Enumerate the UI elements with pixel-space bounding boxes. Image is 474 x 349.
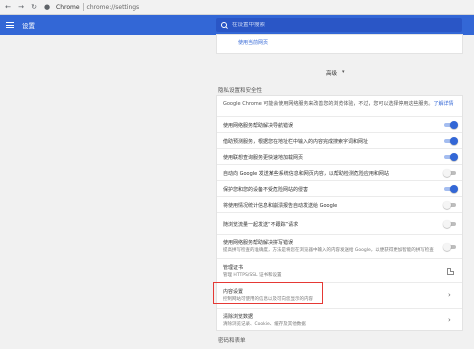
browser-app-name: Chrome [56, 3, 80, 11]
address-divider [82, 3, 84, 11]
search-input[interactable] [232, 22, 432, 28]
setting-label: 保护您和您的设备不受危险网站的侵害 [223, 187, 309, 193]
setting-row-preload[interactable]: 使用联想查询服务更快速地加载网页 [217, 148, 462, 164]
setting-row-safe-browsing[interactable]: 保护您和您的设备不受危险网站的侵害 [217, 180, 462, 196]
setting-label: 使用网络服务帮助解决拼写错误 [223, 240, 294, 246]
toggle-switch[interactable] [443, 137, 458, 145]
setting-description: 提高拼写检查的准确度，方法是将您在浏览器中输入的内容发送给 Google，以便获… [223, 248, 434, 253]
setting-label: 自动向 Google 发送某些系统信息和网页内容，以帮助检测危险应用和网站 [223, 171, 389, 177]
privacy-section-title: 隐私设置和安全性 [218, 88, 263, 94]
settings-window: ← → ↻ ● Chrome chrome://settings 设置 使用当前… [0, 0, 474, 349]
setting-row-manage-certs[interactable]: 管理证书 管理 HTTPS/SSL 证书和设置 [217, 258, 462, 282]
setting-row-clear-data[interactable]: 清除浏览数据 清除浏览记录、Cookie、缓存及其他数据 › [217, 308, 462, 330]
menu-icon[interactable] [6, 22, 14, 28]
setting-description: 管理 HTTPS/SSL 证书和设置 [223, 273, 282, 278]
toggle-switch[interactable] [443, 169, 458, 177]
search-icon [221, 21, 228, 29]
back-icon[interactable]: ← [3, 2, 13, 12]
chevron-right-icon[interactable]: › [448, 291, 451, 299]
settings-header: 设置 [0, 15, 474, 35]
privacy-intro-body: Google Chrome 可能会使用网络服务来改善您的浏览体验，不过，您可以选… [223, 101, 434, 107]
setting-description: 清除浏览记录、Cookie、缓存及其他数据 [223, 322, 306, 327]
privacy-intro-text: Google Chrome 可能会使用网络服务来改善您的浏览体验，不过，您可以选… [223, 100, 455, 107]
highlight-box [213, 282, 323, 304]
toggle-switch[interactable] [443, 153, 458, 161]
reload-icon[interactable]: ↻ [29, 2, 39, 12]
setting-label: 使用网络服务帮助解决导航错误 [223, 123, 294, 129]
chevron-down-icon[interactable]: ▾ [342, 69, 345, 75]
url-text[interactable]: chrome://settings [87, 4, 140, 11]
external-link-icon[interactable] [447, 268, 454, 275]
setting-label: 管理证书 [223, 265, 244, 271]
setting-row-prediction[interactable]: 借助预测服务，根据您在地址栏中输入的内容完成搜索字词和网址 [217, 132, 462, 148]
forward-icon[interactable]: → [16, 2, 26, 12]
setting-label: 清除浏览数据 [223, 314, 254, 320]
toggle-switch[interactable] [443, 185, 458, 193]
toggle-switch[interactable] [443, 201, 458, 209]
setting-row-send-info[interactable]: 自动向 Google 发送某些系统信息和网页内容，以帮助检测危险应用和网站 [217, 164, 462, 180]
browser-address-bar: ← → ↻ ● Chrome chrome://settings [0, 0, 474, 15]
learn-more-link[interactable]: 了解详情 [433, 101, 453, 107]
setting-label: 将使用情况统计信息和崩溃报告自动发送给 Google [223, 203, 338, 209]
toggle-switch[interactable] [443, 220, 458, 228]
setting-label: 随浏览流量一起发送“不跟踪”请求 [223, 222, 299, 228]
toggle-switch[interactable] [443, 243, 458, 251]
setting-row-do-not-track[interactable]: 随浏览流量一起发送“不跟踪”请求 [217, 212, 462, 234]
setting-label: 使用联想查询服务更快速地加载网页 [223, 155, 304, 161]
setting-label: 借助预测服务，根据您在地址栏中输入的内容完成搜索字词和网址 [223, 139, 369, 145]
setting-row-usage-stats[interactable]: 将使用情况统计信息和崩溃报告自动发送给 Google [217, 196, 462, 212]
setting-row-nav-errors[interactable]: 使用网络服务帮助解决导航错误 [217, 116, 462, 132]
privacy-intro: Google Chrome 可能会使用网络服务来改善您的浏览体验，不过，您可以选… [217, 96, 462, 116]
advanced-toggle[interactable]: 高级 [326, 69, 337, 77]
passwords-section-title: 密码和表单 [218, 338, 246, 344]
use-current-pages-link[interactable]: 使用当前网页 [238, 39, 268, 46]
chevron-right-icon[interactable]: › [448, 316, 451, 324]
chrome-logo-icon: ● [43, 3, 51, 11]
search-box[interactable] [216, 18, 462, 32]
toggle-switch[interactable] [443, 121, 458, 129]
page-title: 设置 [22, 22, 35, 30]
setting-row-spelling[interactable]: 使用网络服务帮助解决拼写错误 提高拼写检查的准确度，方法是将您在浏览器中输入的内… [217, 234, 462, 258]
startup-card: 使用当前网页 [217, 35, 462, 53]
